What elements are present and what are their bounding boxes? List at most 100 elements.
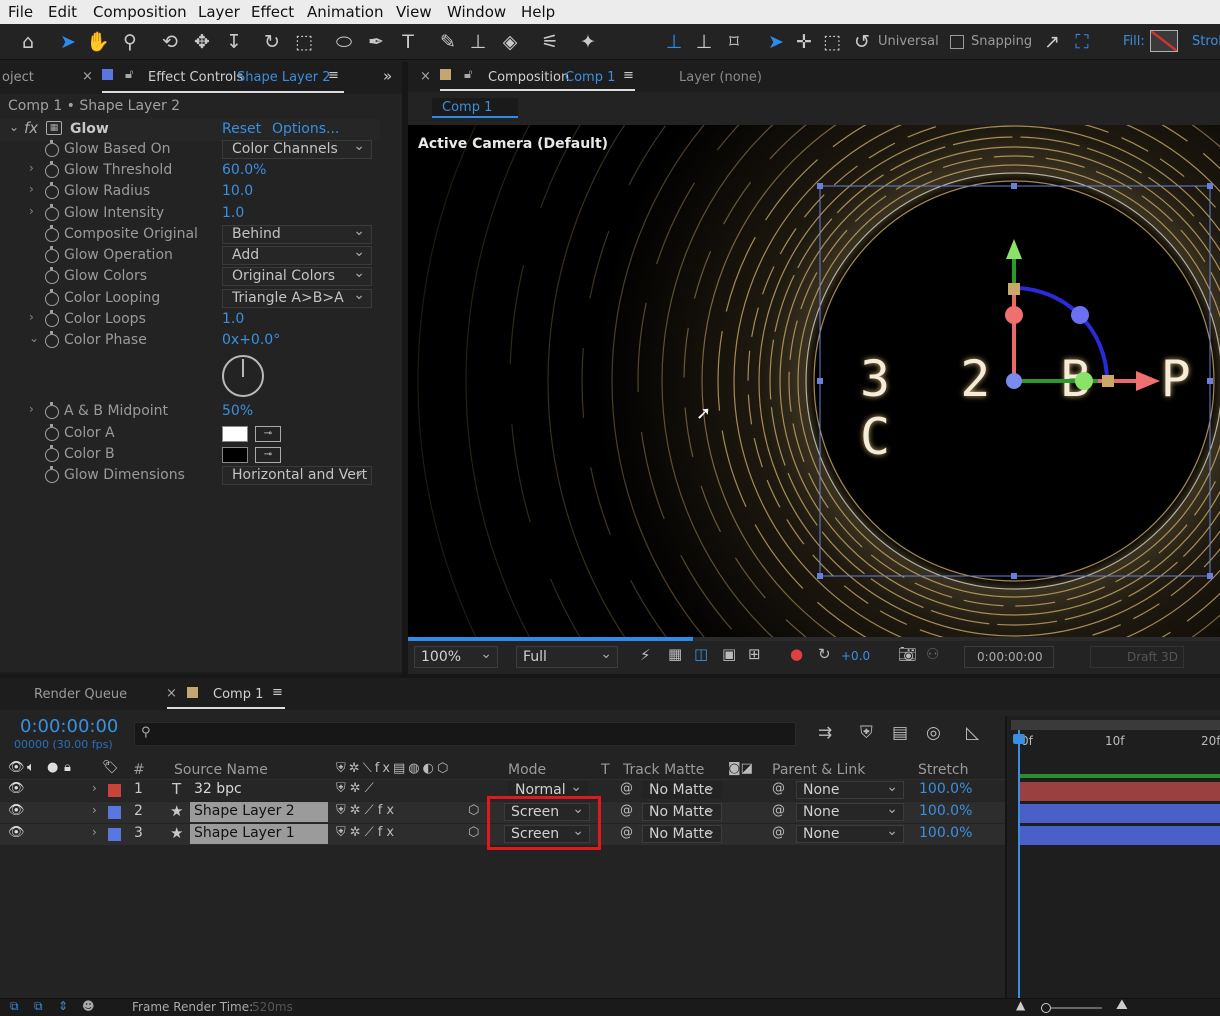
zoom-out-icon[interactable]: ▲ <box>1016 998 1025 1012</box>
composition-flowchart-icon[interactable]: ⇉ <box>818 723 832 743</box>
layer-name[interactable]: Shape Layer 1 <box>190 824 328 844</box>
channel-icon[interactable]: ● <box>790 645 803 663</box>
stopwatch-icon[interactable] <box>45 402 59 419</box>
transparency-grid-icon[interactable]: ▦ <box>668 645 682 663</box>
matte-pickwhip-icon[interactable]: @ <box>620 781 633 796</box>
frame-blending-icon[interactable]: ▤ <box>892 723 908 743</box>
parent-dropdown[interactable]: None <box>796 779 904 799</box>
layer-search-input[interactable]: ⚲ <box>134 722 796 746</box>
zoom-slider-handle[interactable] <box>1041 1003 1051 1013</box>
ellipse-tool-icon[interactable]: ⬭ <box>332 30 356 54</box>
panel-menu-icon[interactable]: ≡ <box>328 68 339 83</box>
hand-tool-icon[interactable]: ✋ <box>86 30 110 54</box>
stopwatch-icon[interactable] <box>45 466 59 483</box>
current-time-field[interactable]: 0:00:00:00 <box>964 646 1054 668</box>
layer-switches-icons[interactable]: ⛨✲⟋ <box>336 781 378 796</box>
col-source-name[interactable]: Source Name <box>174 762 268 778</box>
expand-icon[interactable]: ⛶ <box>1070 30 1094 54</box>
home-icon[interactable]: ⌂ <box>16 30 40 54</box>
stopwatch-icon[interactable] <box>45 161 59 178</box>
render-queue-tab[interactable]: Render Queue <box>34 687 127 702</box>
reset-exposure-icon[interactable]: ↻ <box>818 645 831 663</box>
glow-intensity-value[interactable]: 1.0 <box>222 205 244 221</box>
stretch-value[interactable]: 100.0% <box>919 803 972 819</box>
menu-view[interactable]: View <box>396 3 432 21</box>
lock-icon[interactable]: 🔓︎ <box>464 67 472 82</box>
composition-tab-name[interactable]: Comp 1 <box>565 70 615 85</box>
puppet-pin-icon[interactable]: ✦ <box>576 30 600 54</box>
selection-3d-icon[interactable]: ➤ <box>764 30 788 54</box>
shy-layers-icon[interactable]: ⛨ <box>860 723 873 743</box>
menu-composition[interactable]: Composition <box>93 3 187 21</box>
scale-3d-icon[interactable]: ⬚ <box>820 30 844 54</box>
expand-panels-icon[interactable]: » <box>383 67 392 85</box>
color-loops-value[interactable]: 1.0 <box>222 311 244 327</box>
label-color-swatch[interactable] <box>108 784 121 797</box>
effect-tab-layer[interactable]: Shape Layer 2 <box>237 70 331 85</box>
timeline-timecode[interactable]: 0:00:00:00 <box>20 716 118 737</box>
zoom-dropdown[interactable]: 100% <box>414 644 498 668</box>
comp-viewer[interactable]: Active Camera (Default) 3 2 B P C ➚ <box>408 125 1220 638</box>
zoom-in-icon[interactable]: ⛰ <box>1116 997 1128 1013</box>
orbit-tool-icon[interactable]: ⟲ <box>158 30 182 54</box>
draft-3d-button[interactable]: Draft 3D <box>1090 646 1184 668</box>
toggle-stretch-icon[interactable]: ⇕ <box>58 999 68 1013</box>
color-b-swatch[interactable] <box>222 447 248 463</box>
collapse-icon[interactable]: ⌄ <box>29 331 39 345</box>
label-color-swatch[interactable] <box>108 806 121 819</box>
expand-icon[interactable]: › <box>92 803 97 817</box>
layer-2-duration-bar[interactable] <box>1020 804 1220 823</box>
glow-operation-dropdown[interactable]: Add <box>222 244 372 265</box>
reset-link[interactable]: Reset <box>222 121 261 137</box>
matte-pickwhip-icon[interactable]: @ <box>620 825 633 840</box>
move-3d-icon[interactable]: ✛ <box>792 30 816 54</box>
panel-menu-icon[interactable]: ≡ <box>272 685 283 700</box>
options-link[interactable]: Options... <box>272 121 339 137</box>
toggle-render-time-icon[interactable]: ☻ <box>82 999 95 1013</box>
layer-switches-icons[interactable]: ⛨✲⟋fx <box>336 825 398 840</box>
parent-dropdown[interactable]: None <box>796 801 904 821</box>
expand-icon[interactable]: › <box>29 204 34 218</box>
glow-dimensions-dropdown[interactable]: Horizontal and Vert <box>222 464 372 485</box>
menu-file[interactable]: File <box>8 3 33 21</box>
stopwatch-icon[interactable] <box>45 204 59 221</box>
expand-icon[interactable]: › <box>29 161 34 175</box>
stopwatch-icon[interactable] <box>45 424 59 441</box>
timeline-comp-tab[interactable]: Comp 1 <box>213 687 263 702</box>
label-color-swatch[interactable] <box>108 828 121 841</box>
layer-3-duration-bar[interactable] <box>1020 826 1220 845</box>
parent-dropdown[interactable]: None <box>796 823 904 843</box>
ab-midpoint-value[interactable]: 50% <box>222 403 253 419</box>
collapse-icon[interactable]: ⌄ <box>9 120 19 134</box>
graph-editor-icon[interactable]: ◺ <box>966 723 979 743</box>
playhead[interactable] <box>1018 730 1020 998</box>
pan-behind-icon[interactable]: ⬚ <box>292 30 316 54</box>
stopwatch-icon[interactable] <box>45 445 59 462</box>
3d-gizmo[interactable] <box>408 125 1220 638</box>
show-snapshot-icon[interactable]: ⚇ <box>926 645 939 663</box>
comp-subtab[interactable]: Comp 1 <box>432 98 518 118</box>
snap-options-icon[interactable]: ↗ <box>1040 30 1064 54</box>
glow-colors-dropdown[interactable]: Original Colors <box>222 265 372 286</box>
exposure-value[interactable]: +0.0 <box>841 649 870 663</box>
panel-menu-icon[interactable]: ≡ <box>623 68 634 83</box>
stretch-value[interactable]: 100.0% <box>919 781 972 797</box>
stopwatch-icon[interactable] <box>45 310 59 327</box>
expand-icon[interactable]: › <box>29 182 34 196</box>
glow-based-on-dropdown[interactable]: Color Channels <box>222 138 372 159</box>
menu-animation[interactable]: Animation <box>307 3 383 21</box>
expand-icon[interactable]: › <box>29 310 34 324</box>
eyedropper-icon[interactable]: ⊸ <box>255 447 281 463</box>
snapping-checkbox[interactable] <box>950 35 964 49</box>
close-icon[interactable]: × <box>82 69 93 84</box>
expand-icon[interactable]: › <box>92 825 97 839</box>
glow-threshold-value[interactable]: 60.0% <box>222 162 266 178</box>
3d-layer-icon[interactable]: ⬡ <box>468 825 479 840</box>
track-matte-dropdown[interactable]: No Matte <box>642 801 722 821</box>
clone-stamp-icon[interactable]: ⊥ <box>466 30 490 54</box>
mask-path-icon[interactable]: ◫ <box>694 645 708 663</box>
stopwatch-icon[interactable] <box>45 225 59 242</box>
stopwatch-icon[interactable] <box>45 289 59 306</box>
stopwatch-icon[interactable] <box>45 246 59 263</box>
parent-pickwhip-icon[interactable]: @ <box>772 825 785 840</box>
